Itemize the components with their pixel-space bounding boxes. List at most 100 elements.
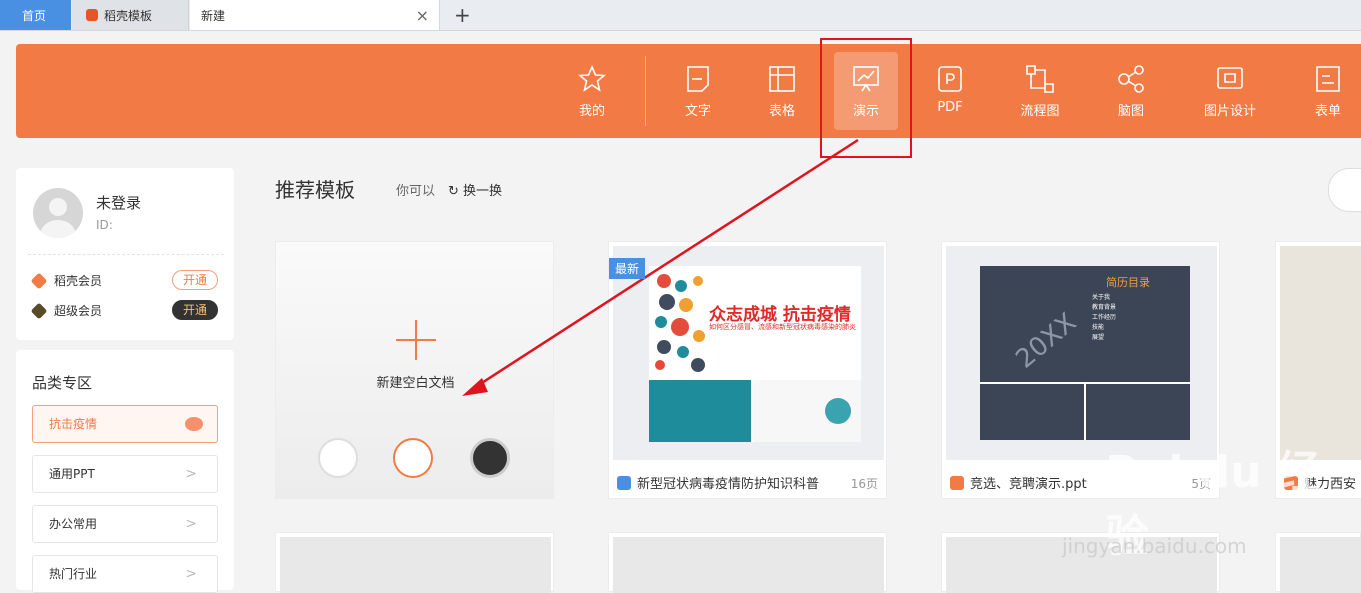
category-mindmap[interactable]: 脑图: [1099, 52, 1163, 130]
theme-dark-swatch[interactable]: [470, 438, 510, 478]
sidebar-item-industry[interactable]: 热门行业 >: [32, 555, 218, 593]
user-card: 未登录 ID: 稻壳会员 开通 超级会员 开通: [16, 168, 234, 340]
avatar[interactable]: [33, 188, 83, 238]
sidebar-item-label: 抗击疫情: [49, 417, 98, 431]
category-panel-title: 品类专区: [32, 374, 93, 392]
template-caption[interactable]: 新型冠状病毒疫情防护知识科普: [617, 473, 819, 492]
slide-preview: 简历目录 关于我 教育背景 工作经历 技能 展望 20XX: [980, 266, 1190, 440]
template-card[interactable]: [608, 532, 887, 593]
tab-new[interactable]: 新建 ×: [190, 0, 440, 30]
member-label: 稻壳会员: [54, 274, 103, 288]
slide-panel: [753, 380, 861, 442]
slide-item: 教育背景: [1092, 304, 1117, 311]
sidebar-item-label: 热门行业: [49, 567, 98, 581]
sidebar-item-label: 通用PPT: [49, 467, 95, 481]
new-blank-label: 新建空白文档: [376, 376, 455, 391]
slide-item: 技能: [1092, 324, 1105, 331]
docer-member-open-button[interactable]: 开通: [172, 270, 218, 290]
star-icon: [577, 65, 607, 92]
theme-white-swatch[interactable]: [318, 438, 358, 478]
bear-icon: [185, 417, 203, 431]
docer-member-icon: [30, 272, 48, 289]
annotation-highlight-box: [820, 38, 912, 158]
theme-gradient-swatch[interactable]: [393, 438, 433, 478]
template-thumbnail[interactable]: [1280, 246, 1361, 460]
refresh-icon: ↻: [448, 184, 459, 199]
category-panel: 品类专区 抗击疫情 通用PPT > 办公常用 > 热门行业 >: [16, 350, 234, 593]
section-title: 推荐模板: [275, 178, 355, 202]
template-card[interactable]: [275, 532, 554, 593]
category-label: 表格: [768, 104, 795, 119]
image-design-icon: [1217, 67, 1243, 89]
form-icon: [1316, 66, 1340, 92]
user-name[interactable]: 未登录: [96, 192, 141, 213]
super-member-icon: [30, 302, 48, 319]
divider: [28, 254, 224, 255]
category-header: 我的 文字 表格 演示 PDF 流程图 脑图 图片设计 表单: [16, 44, 1361, 138]
template-caption[interactable]: 竞选、竞聘演示.ppt: [950, 473, 1087, 492]
tab-bar: 首页 稻壳模板 新建 × +: [0, 0, 1361, 31]
chevron-right-icon: >: [185, 566, 197, 582]
category-pdf[interactable]: PDF: [918, 52, 982, 130]
chevron-right-icon: >: [185, 466, 197, 482]
search-input[interactable]: [1328, 168, 1361, 212]
slide-item: 工作经历: [1092, 314, 1117, 321]
new-tab-plus-icon[interactable]: +: [454, 3, 471, 27]
tab-docer-label: 稻壳模板: [104, 8, 153, 23]
docer-logo-icon: [86, 9, 98, 21]
slide-divider: [1084, 382, 1086, 440]
category-form[interactable]: 表单: [1296, 52, 1360, 130]
table-icon: [769, 66, 795, 92]
sidebar-item-fight-epidemic[interactable]: 抗击疫情: [32, 405, 218, 443]
super-member-row: 超级会员: [30, 302, 103, 319]
slide-item: 关于我: [1092, 294, 1111, 301]
template-thumbnail[interactable]: 简历目录 关于我 教育背景 工作经历 技能 展望 20XX: [946, 246, 1217, 460]
pdf-icon: [938, 66, 962, 92]
mindmap-icon: [1118, 65, 1144, 93]
member-label: 超级会员: [54, 304, 103, 318]
template-title: 新型冠状病毒疫情防护知识科普: [637, 477, 820, 492]
sidebar-item-label: 办公常用: [49, 517, 98, 531]
plus-icon: [396, 320, 436, 360]
category-mine[interactable]: 我的: [560, 52, 624, 130]
tab-home-label: 首页: [22, 8, 47, 23]
template-card[interactable]: 最新 众志成城 抗击疫情 如何区分感冒、流感和新型冠状病毒感染的肺炎 新型冠状病…: [608, 241, 887, 499]
watermark-url: jingyan.baidu.com: [1062, 534, 1247, 558]
close-icon[interactable]: ×: [416, 6, 429, 25]
category-label: 表单: [1314, 104, 1341, 119]
category-label: 图片设计: [1203, 104, 1256, 119]
slide-year: 20XX: [1010, 307, 1083, 375]
sidebar-item-office[interactable]: 办公常用 >: [32, 505, 218, 543]
refresh-button[interactable]: ↻ 换一换: [448, 180, 502, 199]
slide-subtitle: 如何区分感冒、流感和新型冠状病毒感染的肺炎: [709, 323, 856, 331]
hint-text: 你可以: [396, 184, 436, 199]
refresh-label: 换一换: [463, 184, 503, 199]
slide-title: 简历目录: [1106, 276, 1150, 289]
tab-home[interactable]: 首页: [0, 0, 71, 30]
category-label: 我的: [578, 104, 605, 119]
chevron-right-icon: >: [185, 516, 197, 532]
slide-item: 展望: [1092, 334, 1105, 341]
category-label: 脑图: [1117, 104, 1144, 119]
new-badge: 最新: [609, 258, 646, 279]
category-writer[interactable]: 文字: [666, 52, 730, 130]
template-thumbnail[interactable]: 众志成城 抗击疫情 如何区分感冒、流感和新型冠状病毒感染的肺炎: [613, 246, 884, 460]
category-label: PDF: [937, 100, 963, 115]
slide-panel: [649, 380, 751, 442]
tab-docer-templates[interactable]: 稻壳模板: [72, 0, 189, 30]
free-icon: [617, 475, 631, 490]
tab-new-label: 新建: [201, 8, 226, 23]
super-member-open-button[interactable]: 开通: [172, 300, 218, 320]
template-title: 竞选、竞聘演示.ppt: [970, 477, 1087, 492]
slide-preview: 众志成城 抗击疫情 如何区分感冒、流感和新型冠状病毒感染的肺炎: [649, 266, 861, 442]
category-sheet[interactable]: 表格: [750, 52, 814, 130]
sidebar-item-general-ppt[interactable]: 通用PPT >: [32, 455, 218, 493]
category-label: 文字: [684, 104, 711, 119]
new-blank-document-card[interactable]: 新建空白文档: [275, 241, 554, 499]
document-icon: [687, 66, 709, 92]
category-image-design[interactable]: 图片设计: [1198, 52, 1262, 130]
page-count: 16页: [850, 477, 878, 491]
category-flowchart[interactable]: 流程图: [1008, 52, 1072, 130]
docer-icon: [950, 475, 964, 490]
category-label: 流程图: [1020, 104, 1060, 119]
